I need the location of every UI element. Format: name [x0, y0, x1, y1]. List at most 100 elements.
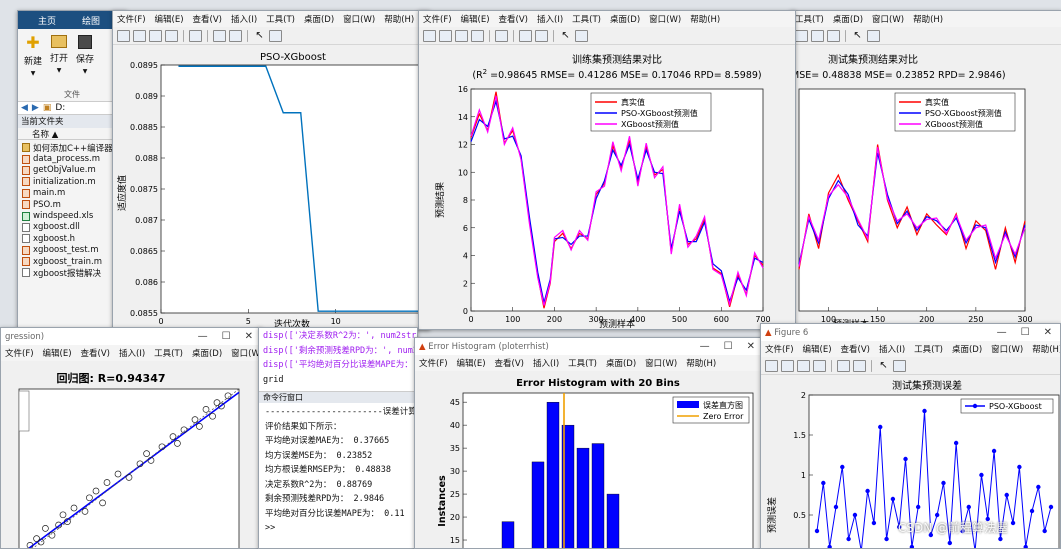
back-arrow-icon[interactable]: ◀	[21, 103, 28, 113]
menu-item[interactable]: 窗口(W)	[231, 347, 261, 359]
maximize-icon[interactable]: ☐	[1021, 327, 1030, 338]
menu-item[interactable]: 编辑(E)	[803, 343, 832, 355]
save-button[interactable]: 保存 ▼	[76, 35, 94, 89]
save-icon[interactable]	[149, 30, 162, 42]
menu-item[interactable]: 文件(F)	[5, 347, 34, 359]
menu-item[interactable]: 帮助(H)	[1032, 343, 1060, 355]
menu-item[interactable]: 工具(T)	[568, 357, 597, 369]
menu-item[interactable]: 插入(I)	[533, 357, 559, 369]
save-icon[interactable]	[797, 360, 810, 372]
code-line[interactable]: grid	[263, 373, 417, 388]
menu-item[interactable]: 桌面(D)	[304, 13, 334, 25]
open-icon[interactable]	[439, 30, 452, 42]
legend-icon[interactable]	[827, 30, 840, 42]
code-line[interactable]: disp(['平均绝对百分比误差MAPE为：', num2str(MAPE)])	[263, 358, 417, 373]
menu-item[interactable]: 工具(T)	[795, 13, 824, 25]
colorbar-icon[interactable]	[811, 30, 824, 42]
menu-item[interactable]: 查看(V)	[841, 343, 870, 355]
file-list-item[interactable]: xgboost报错解决	[22, 267, 126, 278]
save-icon[interactable]	[455, 30, 468, 42]
menu-item[interactable]: 帮助(H)	[690, 13, 720, 25]
menu-item[interactable]: 查看(V)	[193, 13, 222, 25]
menu-item[interactable]: 工具(T)	[266, 13, 295, 25]
menu-item[interactable]: 查看(V)	[495, 357, 524, 369]
menu-item[interactable]: 编辑(E)	[457, 357, 486, 369]
menu-item[interactable]: 插入(I)	[879, 343, 905, 355]
minimize-icon[interactable]: —	[198, 331, 208, 342]
menu-item[interactable]: 桌面(D)	[833, 13, 863, 25]
close-icon[interactable]: ✕	[245, 331, 253, 342]
print-icon[interactable]	[165, 30, 178, 42]
menu-item[interactable]: 文件(F)	[419, 357, 448, 369]
close-icon[interactable]: ✕	[747, 341, 755, 352]
file-list-item[interactable]: xgboost_train.m	[22, 256, 126, 267]
menu-item[interactable]: 窗口(W)	[645, 357, 677, 369]
minimize-icon[interactable]: —	[997, 327, 1007, 338]
name-column-header[interactable]: 名称 ▲	[18, 128, 126, 140]
menu-item[interactable]: 工具(T)	[572, 13, 601, 25]
menu-item[interactable]: 编辑(E)	[43, 347, 72, 359]
command-prompt[interactable]: >>	[265, 521, 417, 536]
menu-item[interactable]: 插入(I)	[537, 13, 563, 25]
file-list-item[interactable]: xgboost.h	[22, 233, 126, 244]
path-label[interactable]: D:	[55, 103, 65, 113]
link-icon[interactable]	[837, 360, 850, 372]
menu-item[interactable]: 窗口(W)	[649, 13, 681, 25]
legend-icon[interactable]	[229, 30, 242, 42]
property-editor-icon[interactable]	[575, 30, 588, 42]
file-list-item[interactable]: getObjValue.m	[22, 165, 126, 176]
folder-up-icon[interactable]: ▣	[43, 103, 52, 113]
file-list-item[interactable]: windspeed.xls	[22, 210, 126, 221]
file-list-item[interactable]: PSO.m	[22, 199, 126, 210]
maximize-icon[interactable]: ☐	[724, 341, 733, 352]
menu-item[interactable]: 插入(I)	[231, 13, 257, 25]
menu-item[interactable]: 窗口(W)	[872, 13, 904, 25]
code-line[interactable]: disp(['决定系数R^2为：', num2str(R2)])	[263, 329, 417, 344]
menu-item[interactable]: 查看(V)	[81, 347, 110, 359]
menu-item[interactable]: 查看(V)	[499, 13, 528, 25]
pointer-icon[interactable]: ↖	[851, 30, 864, 42]
menu-item[interactable]: 插入(I)	[119, 347, 145, 359]
close-icon[interactable]: ✕	[1044, 327, 1052, 338]
menu-item[interactable]: 桌面(D)	[192, 347, 222, 359]
open-icon[interactable]	[781, 360, 794, 372]
menu-item[interactable]: 帮助(H)	[913, 13, 943, 25]
menu-item[interactable]: 工具(T)	[154, 347, 183, 359]
colorbar-icon[interactable]	[519, 30, 532, 42]
colorbar-icon[interactable]	[213, 30, 226, 42]
link-icon[interactable]	[495, 30, 508, 42]
menu-item[interactable]: 窗口(W)	[343, 13, 375, 25]
menu-item[interactable]: 编辑(E)	[461, 13, 490, 25]
menu-item[interactable]: 编辑(E)	[155, 13, 184, 25]
code-line[interactable]: disp(['剩余预测残差RPD为：', num2str(RPD)])	[263, 344, 417, 359]
file-list-item[interactable]: main.m	[22, 188, 126, 199]
minimize-icon[interactable]: —	[700, 341, 710, 352]
pointer-icon[interactable]: ↖	[877, 360, 890, 372]
menu-item[interactable]: 窗口(W)	[991, 343, 1023, 355]
print-icon[interactable]	[471, 30, 484, 42]
menu-item[interactable]: 工具(T)	[914, 343, 943, 355]
menu-item[interactable]: 帮助(H)	[686, 357, 716, 369]
tab-home[interactable]: 主页	[38, 14, 56, 27]
menu-item[interactable]: 帮助(H)	[384, 13, 414, 25]
menu-item[interactable]: 桌面(D)	[606, 357, 636, 369]
file-list-item[interactable]: data_process.m	[22, 153, 126, 164]
open-button[interactable]: 打开 ▼	[50, 35, 68, 89]
menu-item[interactable]: 文件(F)	[117, 13, 146, 25]
forward-arrow-icon[interactable]: ▶	[32, 103, 39, 113]
maximize-icon[interactable]: ☐	[222, 331, 231, 342]
menu-item[interactable]: 桌面(D)	[610, 13, 640, 25]
new-figure-icon[interactable]	[117, 30, 130, 42]
open-icon[interactable]	[133, 30, 146, 42]
open-icon[interactable]	[795, 30, 808, 42]
new-button[interactable]: ✚ 新建 ▼	[24, 35, 42, 89]
print-icon[interactable]	[813, 360, 826, 372]
menu-item[interactable]: 文件(F)	[423, 13, 452, 25]
menu-item[interactable]: 文件(F)	[765, 343, 794, 355]
file-list-item[interactable]: xgboost_test.m	[22, 245, 126, 256]
property-editor-icon[interactable]	[867, 30, 880, 42]
new-figure-icon[interactable]	[423, 30, 436, 42]
link-icon[interactable]	[189, 30, 202, 42]
new-figure-icon[interactable]	[765, 360, 778, 372]
property-editor-icon[interactable]	[893, 360, 906, 372]
